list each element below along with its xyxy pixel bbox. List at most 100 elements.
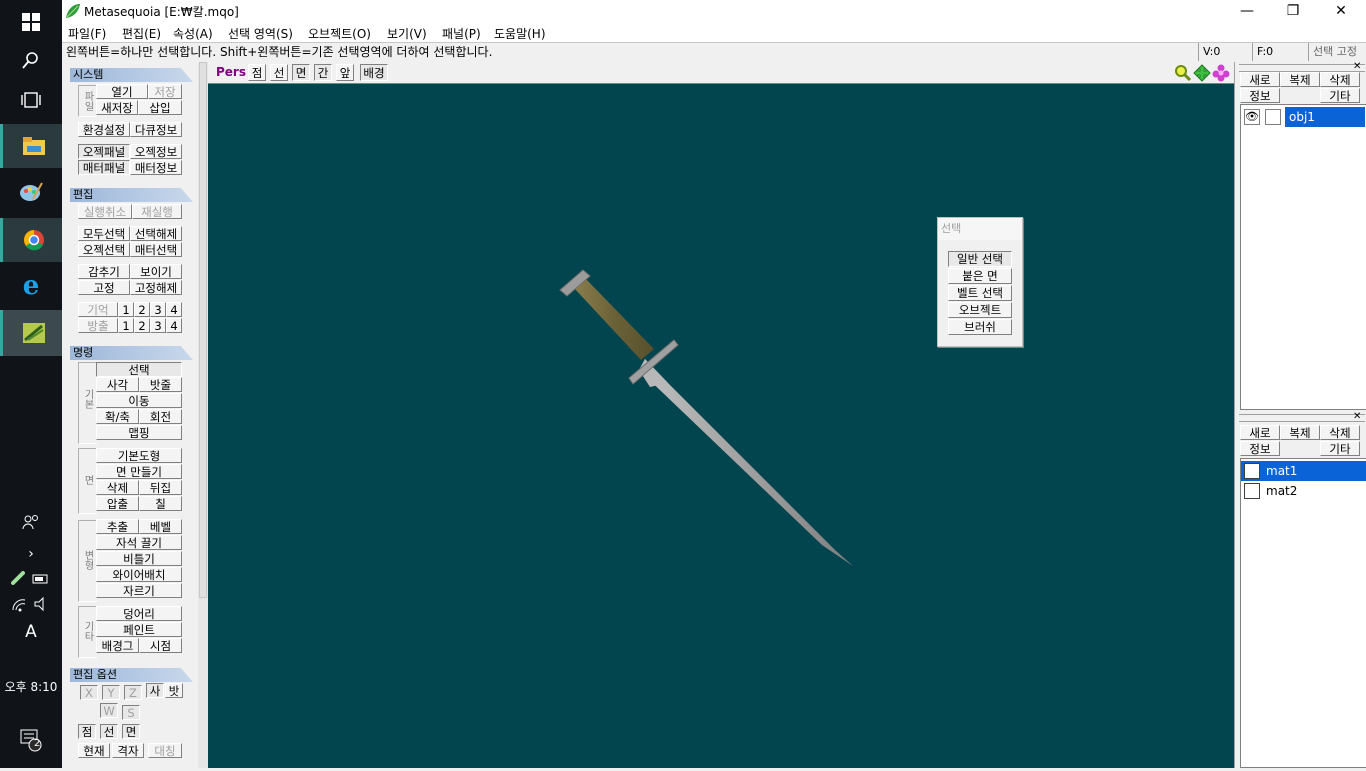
- hide-button[interactable]: 감추기: [78, 264, 130, 279]
- paint-face-button[interactable]: 칠: [139, 496, 182, 511]
- extrude-button[interactable]: 추출: [96, 519, 139, 534]
- material-info-button-right[interactable]: 정보: [1240, 441, 1280, 456]
- object-info-panel-button[interactable]: 정보: [1240, 88, 1280, 103]
- material-other-button[interactable]: 기타: [1320, 441, 1360, 456]
- symmetry-button[interactable]: 대칭: [148, 743, 182, 758]
- object-copy-button[interactable]: 복제: [1280, 72, 1320, 87]
- metasequoia-app-icon[interactable]: [0, 310, 65, 356]
- material-info-button[interactable]: 매터정보: [130, 160, 182, 175]
- rope-option-toggle[interactable]: 밧: [165, 683, 183, 698]
- show-button[interactable]: 보이기: [130, 264, 182, 279]
- axis-z-toggle[interactable]: Z: [124, 685, 142, 700]
- object-panel-close-icon[interactable]: ✕: [1353, 61, 1361, 72]
- select-tool-button[interactable]: 선택: [96, 362, 182, 377]
- edit-section-header[interactable]: 편집: [70, 188, 193, 202]
- recall-slot-3[interactable]: 3: [150, 318, 166, 333]
- pan-icon[interactable]: [1193, 64, 1211, 82]
- mapping-button[interactable]: 맵핑: [96, 425, 182, 440]
- rope-select-button[interactable]: 밧줄: [139, 377, 182, 392]
- object-info-button[interactable]: 오젝정보: [130, 144, 182, 159]
- chrome-icon[interactable]: [0, 218, 65, 262]
- connected-face-button[interactable]: 붙은 면: [948, 268, 1012, 284]
- memory-slot-4[interactable]: 4: [166, 302, 182, 317]
- insert-button[interactable]: 삽입: [138, 100, 182, 115]
- axis-y-toggle[interactable]: Y: [102, 685, 120, 700]
- rect-select-button[interactable]: 사각: [96, 377, 139, 392]
- open-button[interactable]: 열기: [96, 84, 148, 99]
- view-vertex-toggle[interactable]: 점: [248, 64, 266, 81]
- doc-info-button[interactable]: 다큐정보: [130, 122, 182, 137]
- object-name[interactable]: obj1: [1285, 107, 1365, 127]
- system-section-header[interactable]: 시스템: [70, 68, 193, 82]
- object-delete-button[interactable]: 삭제: [1320, 72, 1360, 87]
- save-as-button[interactable]: 새저장: [96, 100, 138, 115]
- menu-help[interactable]: 도움말(H): [494, 25, 546, 42]
- flip-face-button[interactable]: 뒤집: [139, 480, 182, 495]
- notification-center-icon[interactable]: 2: [0, 718, 62, 762]
- material-panel-button[interactable]: 매터패널: [78, 160, 130, 175]
- zoom-icon[interactable]: [1174, 64, 1192, 82]
- object-row[interactable]: 👁 obj1: [1241, 107, 1366, 127]
- viewpoint-button[interactable]: 시점: [139, 638, 182, 653]
- select-all-button[interactable]: 모두선택: [78, 226, 130, 241]
- object-panel-grip[interactable]: [1239, 64, 1365, 72]
- search-icon[interactable]: [0, 38, 62, 82]
- primitive-button[interactable]: 기본도형: [96, 448, 182, 463]
- menu-edit[interactable]: 편집(E): [122, 25, 161, 42]
- view-gap-toggle[interactable]: 간: [314, 64, 332, 81]
- material-new-button[interactable]: 새로: [1240, 425, 1280, 440]
- view-line-toggle[interactable]: 선: [270, 64, 288, 81]
- select-popup-title[interactable]: 선택: [938, 218, 1022, 240]
- object-new-button[interactable]: 새로: [1240, 72, 1280, 87]
- recall-slot-4[interactable]: 4: [166, 318, 182, 333]
- visibility-eye-icon[interactable]: 👁: [1244, 109, 1260, 125]
- left-panel-scrollbar[interactable]: [198, 62, 208, 768]
- unlock-button[interactable]: 고정해제: [130, 280, 182, 295]
- deselect-button[interactable]: 선택해제: [130, 226, 182, 241]
- undo-button[interactable]: 실행취소: [78, 204, 132, 219]
- axis-x-toggle[interactable]: X: [80, 685, 98, 700]
- brush-select-button[interactable]: 브러쉬: [948, 319, 1012, 335]
- material-select-button[interactable]: 매터선택: [130, 242, 182, 257]
- world-toggle[interactable]: W: [100, 703, 118, 718]
- file-explorer-icon[interactable]: [0, 124, 65, 168]
- paint-app-icon[interactable]: [0, 170, 62, 214]
- delete-face-button[interactable]: 삭제: [96, 480, 139, 495]
- grid-button[interactable]: 격자: [112, 743, 144, 758]
- normal-select-button[interactable]: 일반 선택: [948, 251, 1012, 267]
- lock-checkbox[interactable]: [1265, 109, 1281, 125]
- save-button[interactable]: 저장: [148, 84, 182, 99]
- material-name[interactable]: mat2: [1266, 481, 1297, 501]
- internet-explorer-icon[interactable]: e: [0, 264, 62, 308]
- rotate-button[interactable]: 회전: [139, 409, 182, 424]
- menu-file[interactable]: 파일(F): [68, 25, 106, 42]
- task-view-icon[interactable]: [0, 78, 62, 122]
- move-button[interactable]: 이동: [96, 393, 182, 408]
- projection-mode[interactable]: Pers: [216, 65, 246, 79]
- twist-button[interactable]: 비틀기: [96, 551, 182, 566]
- scale-button[interactable]: 확/축: [96, 409, 139, 424]
- menu-object[interactable]: 오브젝트(O): [308, 25, 371, 42]
- menu-panel[interactable]: 패널(P): [442, 25, 481, 42]
- lock-button[interactable]: 고정: [78, 280, 130, 295]
- minimize-button[interactable]: —: [1224, 0, 1270, 22]
- screen-toggle[interactable]: S: [122, 705, 140, 720]
- face-toggle[interactable]: 면: [122, 724, 140, 739]
- object-select-button[interactable]: 오젝선택: [78, 242, 130, 257]
- material-row-1[interactable]: mat1: [1241, 461, 1366, 481]
- command-section-header[interactable]: 명령: [70, 346, 193, 360]
- rotate-view-icon[interactable]: [1212, 64, 1230, 82]
- knife-button[interactable]: 자르기: [96, 583, 182, 598]
- select-lock-toggle[interactable]: 선택 고정: [1308, 43, 1366, 61]
- view-front-toggle[interactable]: 앞: [336, 64, 354, 81]
- material-name[interactable]: mat1: [1266, 461, 1297, 481]
- object-panel-button[interactable]: 오젝패널: [78, 144, 130, 159]
- material-copy-button[interactable]: 복제: [1280, 425, 1320, 440]
- object-select-mode-button[interactable]: 오브젝트: [948, 302, 1012, 318]
- recall-slot-1[interactable]: 1: [118, 318, 134, 333]
- edit-options-header[interactable]: 편집 옵션: [70, 668, 193, 682]
- maximize-button[interactable]: ❐: [1270, 0, 1316, 22]
- redo-button[interactable]: 재실행: [132, 204, 182, 219]
- material-list[interactable]: mat1 mat2: [1240, 458, 1366, 768]
- view-background-toggle[interactable]: 배경: [360, 64, 388, 81]
